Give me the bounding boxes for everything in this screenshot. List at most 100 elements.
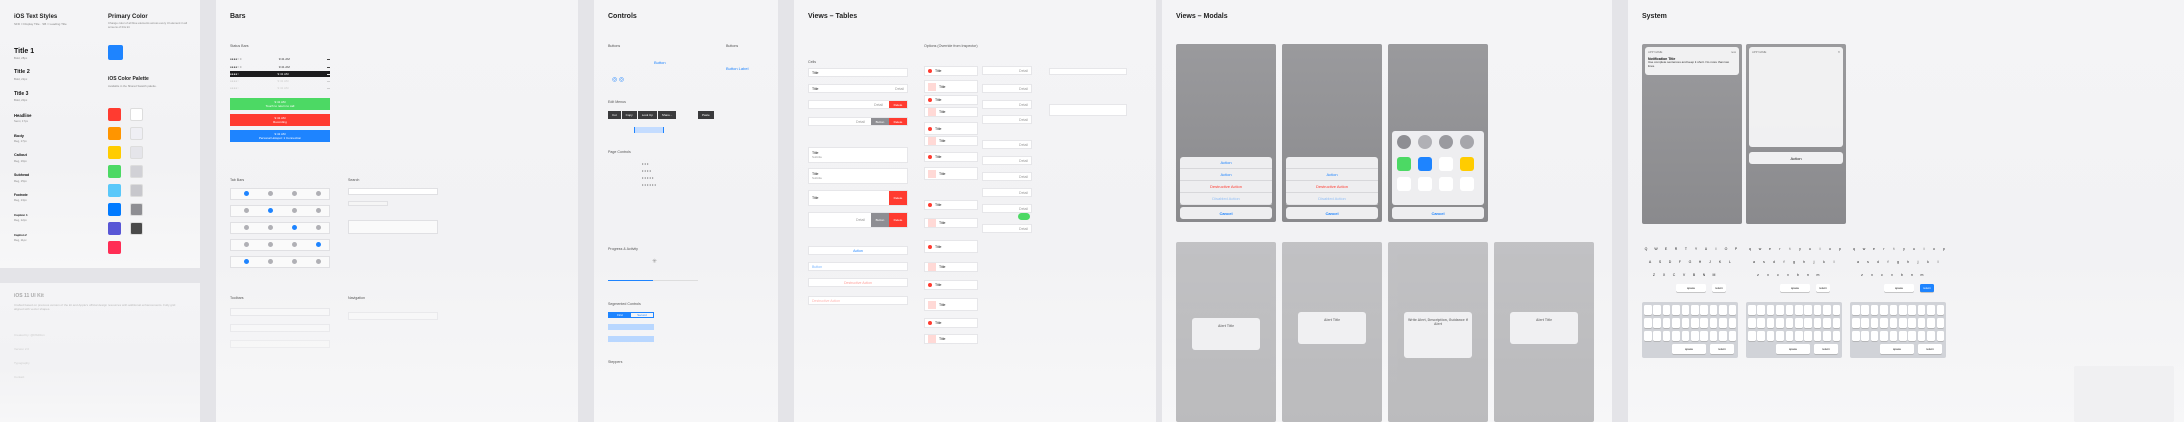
primary-color-swatch[interactable] [108, 45, 123, 60]
key[interactable] [1936, 318, 1945, 328]
edit-copy[interactable]: Copy [621, 111, 637, 119]
color-swatch[interactable] [130, 127, 143, 140]
tab-item-icon[interactable] [316, 259, 321, 264]
color-swatch[interactable] [108, 127, 121, 140]
key[interactable] [1936, 305, 1945, 315]
table-cell[interactable]: Detail [982, 156, 1032, 165]
table-cell[interactable]: Detail [982, 204, 1032, 213]
segment-first[interactable]: First [609, 313, 631, 317]
key[interactable] [1889, 331, 1898, 341]
key[interactable] [1917, 318, 1926, 328]
avatar[interactable] [1439, 135, 1453, 149]
table-cell[interactable]: Title Delete [808, 190, 908, 206]
key[interactable] [1748, 305, 1756, 315]
tab-item-icon[interactable] [244, 259, 249, 264]
key[interactable]: m [1918, 270, 1926, 279]
table-cell[interactable]: Title [924, 240, 978, 253]
sheet-action[interactable]: Action [1286, 169, 1378, 181]
key[interactable] [1691, 318, 1699, 328]
color-swatch[interactable] [130, 108, 143, 121]
key[interactable]: n [1804, 270, 1812, 279]
key[interactable]: L [1726, 257, 1734, 266]
table-cell[interactable]: Detail [982, 224, 1032, 233]
tab-item-icon[interactable] [268, 242, 273, 247]
table-cell[interactable]: Title [808, 68, 908, 77]
table-cell[interactable]: Title [924, 107, 978, 117]
key[interactable]: u [1910, 244, 1918, 253]
color-swatch[interactable] [108, 222, 121, 235]
delete-circle-icon[interactable] [928, 283, 932, 287]
key[interactable]: R [1672, 244, 1680, 253]
key[interactable]: y [1796, 244, 1804, 253]
search-bar-2[interactable] [348, 201, 388, 206]
key[interactable] [1644, 318, 1652, 328]
key[interactable] [1899, 318, 1907, 328]
return-key[interactable]: return [1918, 344, 1942, 354]
key[interactable]: k [1820, 257, 1828, 266]
key[interactable]: b [1794, 270, 1802, 279]
table-cell[interactable]: Destructive Action [808, 278, 908, 287]
key[interactable] [1927, 305, 1935, 315]
key[interactable]: e [1766, 244, 1774, 253]
notification-card[interactable]: APP NAME now Notification Title Use comp… [1645, 47, 1739, 75]
key[interactable] [1766, 305, 1775, 315]
key[interactable] [1776, 318, 1784, 328]
delete-button[interactable]: Delete [889, 191, 907, 205]
cancel-button[interactable]: Cancel [1286, 207, 1378, 219]
table-cell[interactable]: Detail [982, 172, 1032, 181]
key[interactable]: e [1870, 244, 1878, 253]
key[interactable] [1719, 318, 1727, 328]
key[interactable] [1795, 305, 1803, 315]
key[interactable]: Q [1642, 244, 1650, 253]
key[interactable] [1757, 318, 1765, 328]
action-icon[interactable] [1460, 177, 1474, 191]
key[interactable] [1795, 331, 1803, 341]
delete-button[interactable]: Delete [889, 213, 907, 227]
key[interactable] [1709, 305, 1718, 315]
key[interactable]: w [1860, 244, 1868, 253]
sheet-destructive-action[interactable]: Destructive Action [1286, 181, 1378, 193]
key[interactable] [1728, 318, 1737, 328]
key[interactable]: p [1836, 244, 1844, 253]
key[interactable] [1719, 305, 1727, 315]
tab-item-icon[interactable] [292, 208, 297, 213]
tab-item-icon[interactable] [316, 242, 321, 247]
key[interactable] [1852, 305, 1860, 315]
key[interactable] [1813, 305, 1822, 315]
action-icon[interactable] [1418, 177, 1432, 191]
table-cell[interactable]: Title [924, 262, 978, 272]
delete-circle-icon[interactable] [928, 126, 932, 131]
key[interactable]: p [1940, 244, 1948, 253]
key[interactable]: l [1934, 257, 1942, 266]
table-cell[interactable]: Title [924, 66, 978, 76]
key[interactable] [1804, 318, 1812, 328]
avatar[interactable] [1397, 135, 1411, 149]
key[interactable]: Z [1650, 270, 1658, 279]
segmented-control-3[interactable] [608, 336, 654, 342]
tab-item-icon[interactable] [244, 225, 249, 230]
key[interactable]: a [1750, 257, 1758, 266]
key[interactable] [1728, 331, 1737, 341]
table-cell[interactable]: Title Detail [808, 84, 908, 93]
tab-item-icon[interactable] [292, 191, 297, 196]
delete-circle-icon[interactable] [928, 244, 932, 249]
key[interactable] [1889, 318, 1898, 328]
action-icon[interactable] [1439, 177, 1453, 191]
key[interactable] [1776, 331, 1784, 341]
key[interactable]: q [1746, 244, 1754, 253]
key[interactable]: P [1732, 244, 1740, 253]
button-sample[interactable]: Button [654, 60, 666, 65]
color-swatch[interactable] [130, 222, 143, 235]
key[interactable]: l [1830, 257, 1838, 266]
key[interactable]: S [1656, 257, 1664, 266]
table-cell[interactable]: Title [924, 298, 978, 311]
key[interactable] [1908, 331, 1916, 341]
key[interactable]: v [1888, 270, 1896, 279]
key[interactable]: i [1816, 244, 1824, 253]
key[interactable] [1700, 331, 1708, 341]
key[interactable]: x [1764, 270, 1772, 279]
key[interactable]: C [1670, 270, 1678, 279]
key[interactable] [1672, 318, 1680, 328]
table-cell[interactable]: Detail [982, 140, 1032, 149]
key[interactable] [1908, 318, 1916, 328]
